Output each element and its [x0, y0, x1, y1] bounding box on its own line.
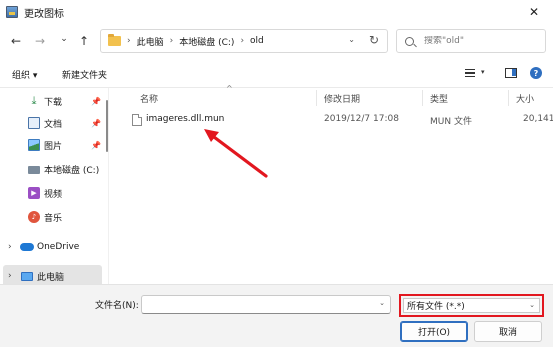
- sidebar-item-documents[interactable]: 文档 📌: [0, 112, 105, 134]
- filename-field[interactable]: [146, 296, 376, 312]
- breadcrumb-this-pc[interactable]: 此电脑: [137, 35, 164, 48]
- column-header-type[interactable]: 类型: [430, 88, 448, 108]
- window-title: 更改图标: [24, 8, 64, 20]
- cloud-icon: [20, 243, 34, 251]
- column-divider[interactable]: [422, 90, 423, 106]
- column-header-size[interactable]: 大小: [516, 88, 534, 108]
- computer-icon: [21, 272, 33, 281]
- sidebar-item-music[interactable]: ♪ 音乐: [0, 206, 105, 228]
- breadcrumb-old[interactable]: old: [250, 36, 264, 46]
- back-arrow-icon[interactable]: ←: [8, 33, 24, 49]
- search-box[interactable]: [396, 29, 546, 53]
- filename-dropdown-icon[interactable]: ⌄: [379, 299, 385, 307]
- recent-locations-chevron-icon[interactable]: ⌄: [56, 31, 72, 47]
- expand-chevron-icon[interactable]: ›: [8, 242, 12, 252]
- sidebar-item-downloads[interactable]: ⤓ 下载 📌: [0, 90, 105, 112]
- sidebar-item-label: 下载: [44, 97, 63, 108]
- sidebar-item-label: 本地磁盘 (C:): [44, 165, 100, 176]
- pin-icon[interactable]: 📌: [91, 97, 101, 106]
- sidebar-item-videos[interactable]: ▶ 视频: [0, 182, 105, 204]
- sidebar-item-label: OneDrive: [37, 242, 80, 252]
- refresh-icon[interactable]: ↻: [369, 33, 379, 47]
- download-icon: ⤓: [31, 94, 37, 107]
- sidebar-item-pictures[interactable]: 图片 📌: [0, 134, 105, 156]
- table-row[interactable]: imageres.dll.mun 2019/12/7 17:08 MUN 文件 …: [122, 110, 553, 130]
- open-button[interactable]: 打开(O): [400, 321, 468, 342]
- sort-ascending-icon: ^: [226, 84, 233, 93]
- close-icon[interactable]: ✕: [515, 0, 553, 24]
- search-input[interactable]: [424, 36, 534, 46]
- column-header-name[interactable]: 名称: [140, 88, 158, 108]
- title-bar: 更改图标 ✕: [0, 0, 553, 24]
- app-icon: [6, 6, 18, 18]
- video-icon: ▶: [28, 187, 40, 199]
- file-list: ^ 名称 修改日期 类型 大小 imageres.dll.mun 2019/12…: [118, 84, 553, 284]
- search-icon: [405, 36, 414, 46]
- folder-icon: [108, 34, 121, 46]
- preview-pane-icon[interactable]: [505, 68, 517, 78]
- pane-divider[interactable]: [108, 88, 109, 284]
- dialog-footer: 文件名(N): ⌄ 所有文件 (*.*) ⌄ 打开(O) 取消: [0, 284, 553, 347]
- pin-icon[interactable]: 📌: [91, 141, 101, 150]
- navigation-pane: ⤓ 下载 📌 文档 📌 图片 📌 本地磁盘 (C:) ▶ 视频 ♪ 音乐 › O…: [0, 88, 110, 288]
- pictures-icon: [28, 139, 40, 151]
- pin-icon[interactable]: 📌: [91, 119, 101, 128]
- chevron-down-icon[interactable]: ⌄: [529, 301, 535, 309]
- annotation-arrow: [204, 129, 268, 178]
- sidebar-item-local-disk[interactable]: 本地磁盘 (C:): [0, 158, 105, 180]
- filename-label: 文件名(N):: [95, 301, 139, 311]
- file-size: 20,141: [523, 114, 553, 124]
- view-options-icon[interactable]: [465, 69, 475, 77]
- column-divider[interactable]: [508, 90, 509, 106]
- sidebar-item-label: 视频: [44, 189, 63, 200]
- sidebar-item-label: 图片: [44, 141, 63, 152]
- sidebar-item-label: 音乐: [44, 213, 63, 224]
- cancel-button[interactable]: 取消: [474, 321, 542, 342]
- command-bar: 组织 ▾ 新建文件夹 ▾ ?: [0, 60, 553, 88]
- file-icon: [132, 114, 142, 126]
- document-icon: [28, 117, 40, 129]
- disk-icon: [28, 166, 40, 174]
- view-dropdown-icon[interactable]: ▾: [481, 68, 485, 76]
- breadcrumb-separator-icon: ›: [240, 36, 245, 46]
- highlight-box: 所有文件 (*.*) ⌄: [399, 294, 544, 317]
- breadcrumb-separator-icon: ›: [169, 36, 174, 46]
- breadcrumb-separator-icon: ›: [127, 36, 131, 46]
- file-modified: 2019/12/7 17:08: [324, 114, 399, 124]
- file-type-value: 所有文件 (*.*): [407, 302, 465, 312]
- organize-button[interactable]: 组织 ▾: [12, 68, 37, 81]
- help-icon[interactable]: ?: [530, 67, 542, 79]
- address-row: ← → ⌄ ↑ › 此电脑 › 本地磁盘 (C:) › old ⌄ ↻: [0, 24, 553, 60]
- new-folder-button[interactable]: 新建文件夹: [62, 68, 107, 81]
- address-bar[interactable]: › 此电脑 › 本地磁盘 (C:) › old ⌄ ↻: [100, 29, 388, 53]
- column-divider[interactable]: [316, 90, 317, 106]
- sidebar-item-onedrive[interactable]: › OneDrive: [0, 236, 105, 258]
- address-dropdown-icon[interactable]: ⌄: [348, 35, 355, 44]
- sidebar-item-label: 此电脑: [37, 272, 65, 283]
- file-type: MUN 文件: [430, 117, 472, 127]
- up-arrow-icon[interactable]: ↑: [76, 33, 92, 49]
- breadcrumb-local-disk[interactable]: 本地磁盘 (C:): [179, 35, 234, 48]
- expand-chevron-icon[interactable]: ›: [8, 271, 12, 281]
- column-header-modified[interactable]: 修改日期: [324, 88, 360, 108]
- file-type-select[interactable]: 所有文件 (*.*) ⌄: [403, 298, 540, 313]
- sidebar-item-label: 文档: [44, 119, 63, 130]
- forward-arrow-icon[interactable]: →: [32, 33, 48, 49]
- filename-combobox[interactable]: ⌄: [141, 295, 391, 314]
- music-icon: ♪: [28, 211, 40, 223]
